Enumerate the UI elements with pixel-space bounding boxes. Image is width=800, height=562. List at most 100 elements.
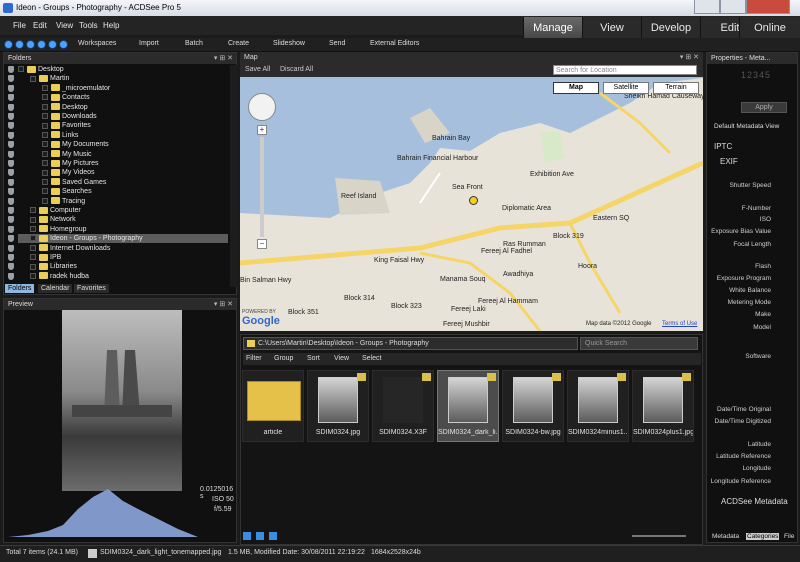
panel-controls[interactable]: ▾ ⊞ ✕ bbox=[214, 53, 233, 64]
view-mode-icon[interactable] bbox=[256, 532, 264, 540]
tree-item[interactable]: Tracing bbox=[42, 197, 85, 206]
expand-icon[interactable] bbox=[30, 225, 36, 232]
expand-icon[interactable] bbox=[30, 207, 36, 214]
tab-online[interactable]: Online bbox=[739, 17, 800, 39]
panel-controls[interactable]: ▾ ⊞ ✕ bbox=[680, 52, 699, 63]
tree-item[interactable]: Martin bbox=[30, 74, 69, 83]
expand-icon[interactable] bbox=[42, 103, 48, 110]
send-menu[interactable]: Send bbox=[329, 40, 345, 47]
menu-file[interactable]: File bbox=[13, 21, 26, 30]
expand-icon[interactable] bbox=[42, 178, 48, 185]
expand-icon[interactable] bbox=[42, 94, 48, 101]
tree-item[interactable]: My Videos bbox=[42, 168, 95, 177]
expand-icon[interactable] bbox=[30, 272, 36, 279]
tree-item[interactable]: Searches bbox=[42, 187, 92, 196]
zoom-slider[interactable] bbox=[260, 137, 264, 237]
menu-view[interactable]: View bbox=[56, 21, 73, 30]
tree-item[interactable]: Desktop bbox=[18, 65, 64, 74]
discard-all-button[interactable]: Discard All bbox=[280, 66, 313, 73]
expand-icon[interactable] bbox=[42, 150, 48, 157]
panel-controls[interactable]: ▾ ⊞ ✕ bbox=[214, 299, 233, 310]
tree-item[interactable]: Desktop bbox=[42, 103, 88, 112]
tree-item[interactable]: Saved Games bbox=[42, 178, 106, 187]
tree-item[interactable]: Internet Downloads bbox=[30, 244, 110, 253]
select-menu[interactable]: Select bbox=[362, 355, 381, 362]
minimize-button[interactable] bbox=[694, 0, 720, 14]
tree-item[interactable]: Homegroup bbox=[30, 225, 87, 234]
tab-metadata[interactable]: Metadata bbox=[712, 533, 739, 540]
workspaces-menu[interactable]: Workspaces bbox=[78, 40, 116, 47]
file-thumbnail[interactable]: SDIM0324minus1... bbox=[567, 370, 629, 442]
view-menu[interactable]: View bbox=[334, 355, 349, 362]
folder-scrollbar[interactable] bbox=[230, 65, 237, 287]
tree-item[interactable]: Network bbox=[30, 215, 76, 224]
terms-link[interactable]: Terms of Use bbox=[662, 321, 697, 327]
menu-help[interactable]: Help bbox=[103, 21, 119, 30]
expand-icon[interactable] bbox=[42, 141, 48, 148]
section-iptc[interactable]: IPTC bbox=[714, 142, 732, 151]
file-thumbnail[interactable]: SDIM0324.X3F bbox=[372, 370, 434, 442]
tab-view[interactable]: View bbox=[582, 17, 641, 39]
tree-item[interactable]: Favorites bbox=[42, 121, 91, 130]
file-thumbnail[interactable]: SDIM0324plus1.jpg bbox=[632, 370, 694, 442]
section-exif[interactable]: EXIF bbox=[720, 157, 738, 166]
external-editors-menu[interactable]: External Editors bbox=[370, 40, 419, 47]
file-thumbnail[interactable]: article bbox=[242, 370, 304, 442]
view-mode-icon[interactable] bbox=[243, 532, 251, 540]
save-all-button[interactable]: Save All bbox=[245, 66, 270, 73]
expand-icon[interactable] bbox=[30, 263, 36, 270]
thumbnail-size-slider[interactable] bbox=[632, 535, 686, 537]
tab-manage[interactable]: Manage bbox=[523, 17, 582, 39]
expand-icon[interactable] bbox=[42, 188, 48, 195]
expand-icon[interactable] bbox=[42, 197, 48, 204]
tree-item[interactable]: My Music bbox=[42, 150, 92, 159]
home-icon[interactable] bbox=[48, 40, 57, 49]
map-type-terrain[interactable]: Terrain bbox=[653, 82, 699, 94]
tree-item[interactable]: Downloads bbox=[42, 112, 97, 121]
apply-button[interactable]: Apply bbox=[741, 102, 787, 113]
create-menu[interactable]: Create bbox=[228, 40, 249, 47]
map-view[interactable]: + − Bahrain Bay Bahrain Financial Harbour… bbox=[240, 63, 703, 331]
tree-item[interactable]: Computer bbox=[30, 206, 81, 215]
menu-tools[interactable]: Tools bbox=[79, 21, 98, 30]
tab-folders[interactable]: Folders bbox=[5, 284, 35, 293]
tab-categories[interactable]: Categories bbox=[746, 533, 780, 540]
expand-icon[interactable] bbox=[18, 66, 24, 73]
tree-item[interactable]: Ideon - Groups - Photography bbox=[18, 234, 228, 244]
expand-icon[interactable] bbox=[42, 84, 48, 91]
view-mode-icon[interactable] bbox=[269, 532, 277, 540]
file-thumbnail[interactable]: SDIM0324_dark_li... bbox=[437, 370, 499, 442]
import-menu[interactable]: Import bbox=[139, 40, 159, 47]
menu-edit[interactable]: Edit bbox=[33, 21, 47, 30]
expand-icon[interactable] bbox=[42, 160, 48, 167]
quick-search-input[interactable]: Quick Search bbox=[580, 337, 698, 350]
tree-item[interactable]: Links bbox=[42, 131, 78, 140]
tree-item[interactable]: My Pictures bbox=[42, 159, 99, 168]
metadata-view-select[interactable]: Default Metadata View bbox=[714, 123, 779, 130]
tree-item[interactable]: Contacts bbox=[42, 93, 90, 102]
tree-item[interactable]: My Documents bbox=[42, 140, 109, 149]
sort-menu[interactable]: Sort bbox=[307, 355, 320, 362]
tab-develop[interactable]: Develop bbox=[641, 17, 700, 39]
path-bar[interactable]: C:\Users\Martin\Desktop\Ideon - Groups -… bbox=[243, 337, 578, 350]
slideshow-menu[interactable]: Slideshow bbox=[273, 40, 305, 47]
filter-menu[interactable]: Filter bbox=[246, 355, 262, 362]
map-pin-icon[interactable] bbox=[469, 196, 478, 205]
tree-item[interactable]: _microemulator bbox=[42, 84, 110, 93]
file-thumbnail[interactable]: SDIM0324.jpg bbox=[307, 370, 369, 442]
expand-icon[interactable] bbox=[30, 254, 36, 261]
expand-icon[interactable] bbox=[42, 122, 48, 129]
pan-control[interactable] bbox=[248, 93, 276, 121]
zoom-out-button[interactable]: − bbox=[257, 239, 267, 249]
expand-icon[interactable] bbox=[30, 216, 36, 223]
expand-icon[interactable] bbox=[30, 235, 36, 242]
zoom-in-button[interactable]: + bbox=[257, 125, 267, 135]
expand-icon[interactable] bbox=[30, 75, 36, 82]
expand-icon[interactable] bbox=[42, 131, 48, 138]
refresh-icon[interactable] bbox=[37, 40, 46, 49]
tree-item[interactable]: Libraries bbox=[30, 262, 77, 271]
back-icon[interactable] bbox=[4, 40, 13, 49]
favorites-icon[interactable] bbox=[59, 40, 68, 49]
maximize-button[interactable] bbox=[720, 0, 746, 14]
section-acdsee-metadata[interactable]: ACDSee Metadata bbox=[721, 497, 788, 506]
